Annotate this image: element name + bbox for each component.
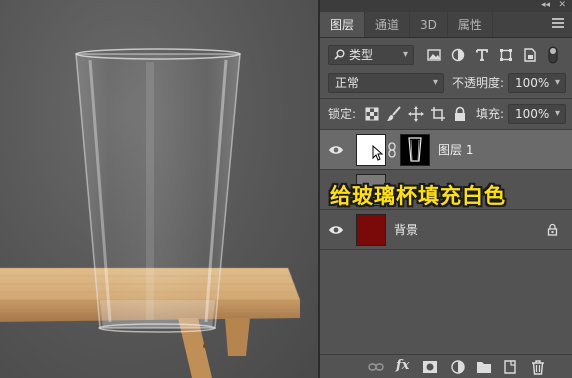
- layer-row-background[interactable]: 背景: [320, 210, 572, 250]
- glass-on-table-image: [0, 48, 301, 378]
- lock-artboard-icon[interactable]: [430, 106, 446, 122]
- visibility-eye-icon[interactable]: [328, 142, 344, 158]
- cursor-arrow-icon: [372, 145, 384, 161]
- blend-mode-label: 正常: [335, 76, 360, 90]
- lock-row: 锁定: 填充: 100% ▾: [320, 99, 572, 129]
- layer-thumbnail[interactable]: [356, 134, 386, 166]
- glass-mask-shape: [408, 137, 422, 162]
- adjustment-filter-icon[interactable]: [450, 47, 466, 63]
- text-filter-icon[interactable]: [474, 47, 490, 63]
- document-canvas[interactable]: [0, 0, 318, 378]
- lock-all-icon[interactable]: [452, 106, 468, 122]
- mask-link-icon[interactable]: [388, 142, 396, 158]
- blend-mode-select[interactable]: 正常 ▾: [328, 73, 444, 93]
- fill-value: 100%: [515, 107, 550, 121]
- fx-icon[interactable]: fx: [396, 358, 409, 374]
- background-thumbnail[interactable]: [356, 214, 386, 246]
- filter-kind-select[interactable]: 类型 ▾: [328, 45, 414, 65]
- group-folder-icon[interactable]: [476, 359, 492, 375]
- blend-row: 正常 ▾ 不透明度: 100% ▾: [320, 70, 572, 98]
- filter-kind-label: 类型: [349, 48, 374, 62]
- tab-properties[interactable]: 属性: [448, 12, 493, 37]
- visibility-eye-icon[interactable]: [328, 222, 344, 238]
- layer-mask-thumbnail[interactable]: [400, 134, 430, 166]
- adjustment-layer-icon[interactable]: [450, 359, 466, 375]
- fill-field[interactable]: 100% ▾: [508, 104, 566, 124]
- chevron-down-icon: ▾: [554, 77, 560, 88]
- layer-name[interactable]: 图层 1: [438, 130, 473, 170]
- lock-transparent-icon[interactable]: [364, 106, 380, 122]
- filter-toggle-icon[interactable]: [548, 46, 558, 64]
- chevron-down-icon: ▾: [402, 49, 408, 60]
- filter-row: 类型 ▾: [320, 38, 572, 70]
- lock-position-icon[interactable]: [408, 106, 424, 122]
- fill-label: 填充:: [476, 107, 505, 121]
- panel-menu-icon[interactable]: [552, 18, 564, 30]
- smart-object-filter-icon[interactable]: [522, 47, 538, 63]
- search-icon: [334, 49, 345, 60]
- layers-bottom-toolbar: fx: [320, 354, 572, 378]
- image-filter-icon[interactable]: [426, 47, 442, 63]
- layer-lock-icon: [547, 223, 558, 236]
- layer-row-layer1[interactable]: 图层 1: [320, 130, 572, 170]
- opacity-field[interactable]: 100% ▾: [508, 73, 566, 93]
- chevron-down-icon: ▾: [432, 77, 438, 88]
- panel-title-strip: ◂◂ ✕: [320, 0, 572, 12]
- add-mask-icon[interactable]: [422, 359, 438, 375]
- opacity-label: 不透明度:: [452, 76, 505, 90]
- lock-brush-icon[interactable]: [386, 106, 402, 122]
- collapse-panel-icon[interactable]: ◂◂: [541, 0, 550, 11]
- close-panel-icon[interactable]: ✕: [558, 0, 566, 11]
- chevron-down-icon: ▾: [554, 108, 560, 119]
- opacity-value: 100%: [515, 76, 550, 90]
- lock-label: 锁定:: [328, 107, 357, 121]
- tab-layers[interactable]: 图层: [320, 12, 366, 37]
- layer-name[interactable]: 背景: [394, 210, 418, 250]
- tutorial-caption: 给玻璃杯填充白色: [330, 184, 506, 208]
- panel-tabs: 图层 通道 3D 属性: [320, 12, 572, 38]
- new-layer-icon[interactable]: [502, 359, 518, 375]
- trash-icon[interactable]: [530, 359, 546, 375]
- layers-panel: ◂◂ ✕ 图层 通道 3D 属性 类型 ▾ 正常 ▾ 不透明度: 100% ▾ …: [318, 0, 572, 378]
- tab-3d[interactable]: 3D: [410, 12, 448, 37]
- link-layers-icon[interactable]: [368, 359, 384, 375]
- layer-list: 图层 1 背景 给玻璃杯填充白色: [320, 130, 572, 354]
- shape-filter-icon[interactable]: [498, 47, 514, 63]
- tab-channels[interactable]: 通道: [365, 12, 411, 37]
